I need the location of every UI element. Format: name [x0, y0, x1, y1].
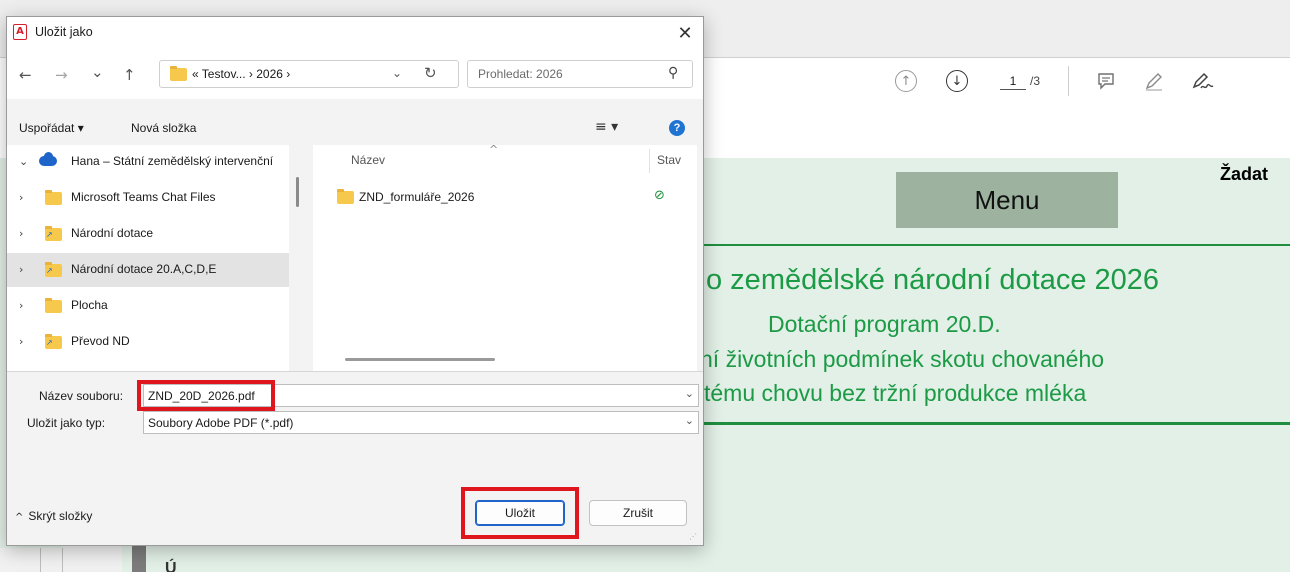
chevron-down-icon[interactable]: ⌄ [685, 414, 694, 427]
refresh-icon[interactable]: ↻ [424, 64, 437, 82]
menu-button[interactable]: Menu [896, 172, 1118, 228]
dialog-title-bar: A Uložit jako ✕ [7, 17, 703, 49]
list-item[interactable]: ZND_formuláře_2026 ⊘ [323, 187, 693, 209]
back-arrow-icon[interactable]: ← [19, 66, 32, 84]
search-icon[interactable]: ⚲ [668, 65, 678, 81]
network-folder-icon [45, 262, 62, 277]
toolbar-divider [1068, 66, 1069, 96]
highlight-save [461, 487, 579, 539]
close-icon[interactable]: ✕ [671, 19, 699, 47]
comment-icon [1098, 73, 1114, 90]
sign-button[interactable] [1190, 68, 1216, 94]
help-icon[interactable]: ? [669, 120, 685, 136]
header-right-text: Žadat [1220, 164, 1269, 184]
tree-item-label: Národní dotace 20.A,C,D,E [71, 262, 217, 276]
highlight-file-name [137, 380, 275, 411]
viewer-frame [0, 548, 120, 572]
tree-item-onedrive[interactable]: ⌄ Hana – Státní zemědělský intervenční [7, 145, 289, 179]
tree-item-label: Microsoft Teams Chat Files [71, 190, 216, 204]
save-as-dialog: A Uložit jako ✕ ← → ⌄ ↑ « Testov... › 20… [6, 16, 704, 546]
signature-icon [1192, 72, 1214, 89]
network-folder-icon [45, 226, 62, 241]
tree-item-prevod-nd[interactable]: › Převod ND [7, 325, 289, 359]
next-page-button[interactable]: ↓ [944, 68, 970, 94]
tree-item-plocha[interactable]: › Plocha [7, 289, 289, 323]
chevron-down-icon[interactable]: ⌄ [19, 155, 28, 168]
file-name-label: Název souboru: [39, 389, 124, 403]
tree-item-narodni-dotace-20[interactable]: › Národní dotace 20.A,C,D,E [7, 253, 289, 287]
file-type-label: Uložit jako typ: [27, 416, 106, 430]
tree-item-label: Plocha [71, 298, 108, 312]
up-arrow-icon[interactable]: ↑ [123, 66, 136, 84]
file-name: ZND_formuláře_2026 [359, 190, 475, 204]
chevron-down-icon[interactable]: ⌄ [392, 66, 402, 80]
column-header-name[interactable]: Název [351, 153, 385, 167]
hide-folders-label: Skrýt složky [28, 509, 93, 523]
chevron-down-icon[interactable]: ⌄ [685, 387, 694, 400]
folder-icon [45, 190, 62, 205]
forward-arrow-icon[interactable]: → [55, 66, 68, 84]
network-folder-icon [45, 334, 62, 349]
file-type-value: Soubory Adobe PDF (*.pdf) [148, 416, 294, 430]
file-type-select[interactable]: Soubory Adobe PDF (*.pdf) ⌄ [143, 411, 699, 434]
new-folder-button[interactable]: Nová složka [131, 121, 196, 135]
tree-item-narodni-dotace[interactable]: › Národní dotace [7, 217, 289, 251]
arrow-up-icon: ↑ [895, 70, 917, 92]
column-divider[interactable] [649, 149, 650, 173]
frame-line [40, 548, 41, 572]
tree-scrollbar[interactable] [296, 177, 299, 207]
file-list: Název ^ Stav ZND_formuláře_2026 ⊘ [313, 143, 697, 371]
chevron-right-icon[interactable]: › [19, 335, 23, 348]
search-placeholder: Prohledat: 2026 [478, 67, 563, 81]
chevron-right-icon[interactable]: › [19, 299, 23, 312]
cancel-button[interactable]: Zrušit [589, 500, 687, 526]
pdf-text-line: ní životních podmínek skotu chovaného [700, 346, 1105, 372]
page-total: /3 [1030, 74, 1041, 88]
command-bar: Uspořádat ▾ Nová složka ≡ ▾ ? [7, 111, 703, 145]
highlight-button[interactable] [1141, 68, 1167, 94]
tree-item-teams-chat-files[interactable]: › Microsoft Teams Chat Files [7, 181, 289, 215]
pdf-text-line: tému chovu bez tržní produkce mléka [704, 380, 1087, 406]
pdf-cut-text: Ú [165, 560, 177, 572]
page-number-input[interactable]: 1 [1000, 74, 1026, 90]
chevron-right-icon[interactable]: › [19, 191, 23, 204]
sort-ascending-icon: ^ [489, 143, 499, 156]
recent-locations-icon[interactable]: ⌄ [91, 63, 104, 81]
chevron-up-icon: ^ [15, 512, 24, 523]
address-bar[interactable]: « Testov... › 2026 › ⌄ ↻ [159, 60, 459, 88]
arrow-down-icon: ↓ [946, 70, 968, 92]
hide-folders-button[interactable]: ^ Skrýt složky [15, 509, 92, 523]
comment-button[interactable] [1093, 68, 1119, 94]
search-input[interactable]: Prohledat: 2026 ⚲ [467, 60, 693, 88]
navigation-bar: ← → ⌄ ↑ « Testov... › 2026 › ⌄ ↻ Prohled… [7, 49, 703, 99]
pdf-subheading: Dotační program 20.D. [768, 311, 1001, 337]
pdf-heading: o zemědělské národní dotace 2026 [706, 264, 1160, 296]
folder-icon [170, 66, 187, 81]
acrobat-icon: A [13, 24, 27, 40]
chevron-right-icon[interactable]: › [19, 227, 23, 240]
tree-item-label: Hana – Státní zemědělský intervenční [71, 154, 274, 168]
sync-status-icon: ⊘ [654, 188, 665, 203]
frame-line [62, 548, 63, 572]
tree-item-label: Národní dotace [71, 226, 154, 240]
column-header-status[interactable]: Stav [657, 153, 681, 167]
folder-icon [45, 298, 62, 313]
dialog-title: Uložit jako [35, 25, 93, 39]
tree-item-label: Převod ND [71, 334, 130, 348]
previous-page-button[interactable]: ↑ [893, 68, 919, 94]
navigation-tree: ⌄ Hana – Státní zemědělský intervenční ›… [7, 145, 289, 371]
folder-icon [337, 189, 354, 204]
chevron-right-icon[interactable]: › [19, 263, 23, 276]
organize-button[interactable]: Uspořádat ▾ [19, 121, 84, 135]
view-options-icon[interactable]: ≡ ▾ [595, 119, 618, 135]
address-path[interactable]: « Testov... › 2026 › [192, 67, 290, 81]
divider-line [700, 422, 1290, 425]
pen-icon [1145, 73, 1162, 91]
resize-grip-icon[interactable]: ⋰ [689, 533, 697, 541]
dialog-divider [7, 371, 703, 372]
horizontal-scrollbar[interactable] [345, 358, 495, 361]
divider-line [700, 244, 1290, 246]
cloud-icon [39, 152, 57, 166]
